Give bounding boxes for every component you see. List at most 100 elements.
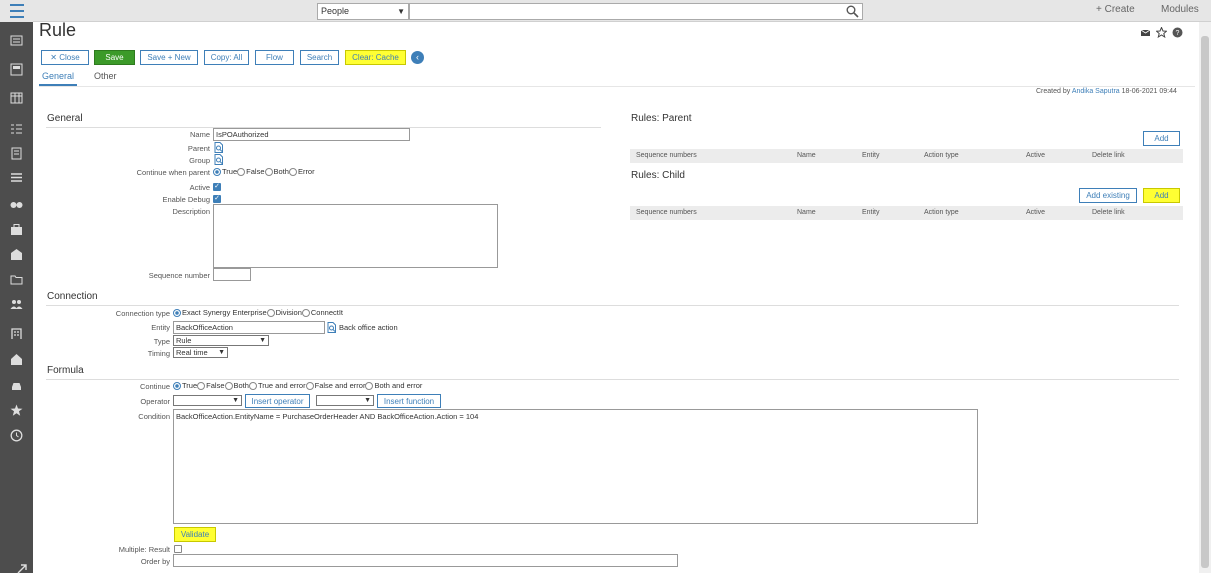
function-select[interactable]: ▼: [316, 395, 374, 406]
dashboard-icon[interactable]: [8, 33, 24, 47]
group-lookup-icon[interactable]: [214, 154, 224, 165]
radio-f-false[interactable]: [197, 382, 206, 391]
general-section-title: General: [47, 113, 83, 124]
mail-icon[interactable]: [8, 247, 24, 261]
name-field[interactable]: IsPOAuthorized: [213, 128, 410, 141]
rules-parent-title: Rules: Parent: [631, 113, 692, 124]
enable-debug-checkbox[interactable]: ✓: [213, 195, 221, 203]
insert-operator-button[interactable]: Insert operator: [245, 394, 310, 408]
copy-all-button[interactable]: Copy: All: [204, 50, 249, 65]
entity-field[interactable]: BackOfficeAction: [173, 321, 325, 334]
sequence-number-field[interactable]: [213, 268, 251, 281]
binoculars-icon[interactable]: [8, 196, 24, 210]
radio-exact-synergy-label: Exact Synergy Enterprise: [182, 308, 267, 317]
modules-button[interactable]: Modules: [1161, 4, 1199, 15]
calendar-icon[interactable]: [8, 62, 24, 76]
radio-division[interactable]: [266, 309, 275, 318]
briefcase-icon[interactable]: [8, 222, 24, 236]
radio-both[interactable]: [264, 168, 273, 177]
col-active[interactable]: Active: [1026, 152, 1045, 159]
created-by-info: Created by Andika Saputra 18-06-2021 09:…: [1036, 88, 1177, 95]
radio-f-true-error[interactable]: [248, 382, 257, 391]
flow-button[interactable]: Flow: [255, 50, 294, 65]
create-button[interactable]: + Create: [1096, 4, 1135, 15]
col-name[interactable]: Name: [797, 152, 816, 159]
home-icon[interactable]: [8, 352, 24, 366]
grid-icon[interactable]: [8, 90, 24, 104]
tab-other[interactable]: Other: [94, 71, 117, 81]
operator-label: Operator: [140, 397, 170, 406]
entity-lookup-icon[interactable]: [327, 322, 337, 333]
radio-true-label: True: [222, 167, 238, 176]
mail-icon[interactable]: [1140, 25, 1151, 43]
radio-f-both[interactable]: [224, 382, 233, 391]
radio-f-true[interactable]: [173, 382, 181, 391]
search-button[interactable]: Search: [300, 50, 339, 65]
save-new-button[interactable]: Save + New: [140, 50, 198, 65]
rules-child-add-existing-button[interactable]: Add existing: [1079, 188, 1137, 203]
radio-error[interactable]: [288, 168, 297, 177]
favorite-star-icon[interactable]: [1155, 25, 1168, 43]
documents-icon[interactable]: [8, 146, 24, 160]
expand-icon[interactable]: [16, 562, 28, 580]
col-action-type[interactable]: Action type: [924, 209, 959, 216]
scrollbar[interactable]: [1199, 22, 1211, 573]
radio-false[interactable]: [237, 168, 246, 177]
history-icon[interactable]: [8, 428, 24, 442]
type-label: Type: [153, 337, 170, 346]
col-delete-link[interactable]: Delete link: [1092, 209, 1125, 216]
validate-button[interactable]: Validate: [174, 527, 216, 542]
created-by-user-link[interactable]: Andika Saputra: [1072, 88, 1120, 95]
rules-child-add-button[interactable]: Add: [1143, 188, 1180, 203]
condition-field[interactable]: BackOfficeAction.EntityName = PurchaseOr…: [173, 409, 978, 524]
connection-type-radio-group: Exact Synergy Enterprise Division ConnectI…: [173, 308, 343, 318]
col-entity[interactable]: Entity: [862, 152, 880, 159]
col-name[interactable]: Name: [797, 209, 816, 216]
search-icon[interactable]: [843, 3, 863, 20]
star-icon[interactable]: [8, 403, 24, 417]
help-icon[interactable]: ?: [1172, 25, 1183, 43]
car-icon[interactable]: [8, 378, 24, 392]
list-icon[interactable]: [8, 170, 24, 184]
col-sequence-numbers[interactable]: Sequence numbers: [636, 209, 697, 216]
folder-icon[interactable]: [8, 272, 24, 286]
radio-error-label: Error: [297, 167, 315, 176]
menu-icon[interactable]: [0, 0, 33, 22]
radio-connectit[interactable]: [301, 309, 310, 318]
tab-general[interactable]: General: [39, 71, 78, 86]
col-sequence-numbers[interactable]: Sequence numbers: [636, 152, 697, 159]
search-input[interactable]: [409, 3, 863, 20]
active-checkbox[interactable]: ✓: [213, 183, 221, 191]
back-icon[interactable]: ‹: [411, 51, 424, 64]
building-icon[interactable]: [8, 326, 24, 340]
search-scope-select[interactable]: People ▼: [317, 3, 409, 20]
close-button[interactable]: ✕ Close: [41, 50, 89, 65]
scrollbar-thumb[interactable]: [1201, 36, 1209, 568]
radio-exact-synergy[interactable]: [173, 309, 181, 318]
timing-select[interactable]: Real time ▼: [173, 347, 228, 358]
parent-lookup-icon[interactable]: [214, 142, 224, 153]
rules-parent-add-button[interactable]: Add: [1143, 131, 1180, 146]
description-field[interactable]: [213, 204, 498, 268]
order-by-field[interactable]: [173, 554, 678, 567]
radio-f-both-label: Both: [233, 381, 249, 390]
radio-f-both-error[interactable]: [365, 382, 374, 391]
type-select[interactable]: Rule ▼: [173, 335, 269, 346]
col-entity[interactable]: Entity: [862, 209, 880, 216]
top-bar: People ▼ + Create Modules: [33, 0, 1211, 22]
col-active[interactable]: Active: [1026, 209, 1045, 216]
multiple-result-checkbox[interactable]: [174, 545, 182, 553]
condition-label: Condition: [138, 412, 170, 421]
operator-select[interactable]: ▼: [173, 395, 242, 406]
people-icon[interactable]: [8, 297, 24, 311]
save-button[interactable]: Save: [94, 50, 135, 65]
clear-cache-button[interactable]: Clear: Cache: [345, 50, 406, 65]
radio-true[interactable]: [213, 168, 221, 177]
page-title: Rule: [39, 20, 77, 40]
radio-f-false-error[interactable]: [305, 382, 314, 391]
insert-function-button[interactable]: Insert function: [377, 394, 441, 408]
col-delete-link[interactable]: Delete link: [1092, 152, 1125, 159]
tasks-icon[interactable]: [8, 121, 24, 135]
col-action-type[interactable]: Action type: [924, 152, 959, 159]
tab-divider: [39, 86, 1195, 87]
